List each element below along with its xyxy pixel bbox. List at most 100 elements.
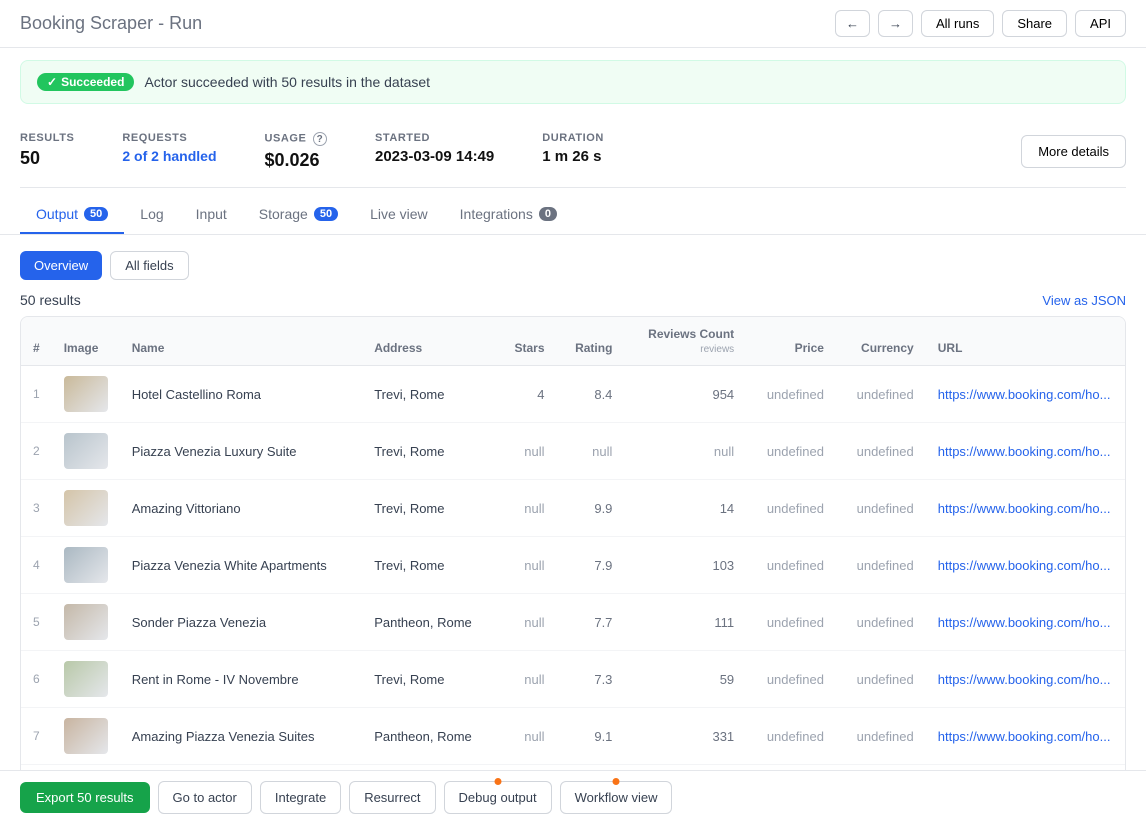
row-currency: undefined: [836, 480, 926, 537]
row-address: Pantheon, Rome: [362, 594, 497, 651]
resurrect-button[interactable]: Resurrect: [349, 781, 435, 814]
tab-live-view[interactable]: Live view: [354, 196, 444, 234]
nav-back-button[interactable]: ←: [835, 10, 870, 37]
row-num: 6: [21, 651, 52, 708]
row-name: Amazing Vittoriano: [120, 480, 363, 537]
row-name: Piazza Venezia Luxury Suite: [120, 423, 363, 480]
nav-forward-button[interactable]: →: [878, 10, 913, 37]
row-name: Hotel Castellino Roma: [120, 366, 363, 423]
row-url[interactable]: https://www.booking.com/ho...: [926, 651, 1125, 708]
results-value: 50: [20, 148, 74, 169]
row-address: Trevi, Rome: [362, 537, 497, 594]
header: Booking Scraper - Run ← → All runs Share…: [0, 0, 1146, 48]
row-num: 1: [21, 366, 52, 423]
go-to-actor-button[interactable]: Go to actor: [158, 781, 252, 814]
row-rating: 9.1: [557, 708, 625, 765]
orange-dot-indicator-2: [613, 778, 620, 785]
row-reviews: 954: [624, 366, 746, 423]
tab-integrations[interactable]: Integrations 0: [444, 196, 573, 234]
results-header: 50 results View as JSON: [0, 292, 1146, 316]
table-header-row: # Image Name Address Stars Rating Review…: [21, 317, 1125, 366]
row-address: Trevi, Rome: [362, 423, 497, 480]
row-price: undefined: [746, 594, 836, 651]
row-reviews: 14: [624, 480, 746, 537]
row-url[interactable]: https://www.booking.com/ho...: [926, 537, 1125, 594]
row-reviews: 59: [624, 651, 746, 708]
tab-input[interactable]: Input: [180, 196, 243, 234]
table-row: 1 Hotel Castellino Roma Trevi, Rome 4 8.…: [21, 366, 1125, 423]
row-rating: null: [557, 423, 625, 480]
more-details-button[interactable]: More details: [1021, 135, 1126, 168]
col-rating: Rating: [557, 317, 625, 366]
row-url[interactable]: https://www.booking.com/ho...: [926, 480, 1125, 537]
row-stars: null: [497, 423, 557, 480]
table-row: 2 Piazza Venezia Luxury Suite Trevi, Rom…: [21, 423, 1125, 480]
status-message: Actor succeeded with 50 results in the d…: [144, 74, 430, 90]
row-address: Trevi, Rome: [362, 480, 497, 537]
metric-requests: REQUESTS 2 of 2 handled: [122, 132, 216, 164]
export-button[interactable]: Export 50 results: [20, 782, 150, 813]
col-url: URL: [926, 317, 1125, 366]
row-url[interactable]: https://www.booking.com/ho...: [926, 708, 1125, 765]
view-json-link[interactable]: View as JSON: [1042, 293, 1126, 308]
col-stars: Stars: [497, 317, 557, 366]
workflow-view-button[interactable]: Workflow view: [560, 781, 673, 814]
results-count-text: 50 results: [20, 292, 81, 308]
table-row: 3 Amazing Vittoriano Trevi, Rome null 9.…: [21, 480, 1125, 537]
run-label: Run: [169, 13, 202, 33]
row-url[interactable]: https://www.booking.com/ho...: [926, 594, 1125, 651]
results-table-container: # Image Name Address Stars Rating Review…: [20, 316, 1126, 823]
row-image: [52, 423, 120, 480]
view-controls: Overview All fields: [0, 251, 1146, 292]
row-currency: undefined: [836, 537, 926, 594]
row-currency: undefined: [836, 708, 926, 765]
row-num: 2: [21, 423, 52, 480]
integrate-button[interactable]: Integrate: [260, 781, 341, 814]
tab-storage[interactable]: Storage 50: [243, 196, 354, 234]
col-price: Price: [746, 317, 836, 366]
table-row: 4 Piazza Venezia White Apartments Trevi,…: [21, 537, 1125, 594]
row-image: [52, 537, 120, 594]
col-address: Address: [362, 317, 497, 366]
row-stars: null: [497, 594, 557, 651]
metric-usage: USAGE ? $0.026: [265, 132, 327, 171]
tab-output[interactable]: Output 50: [20, 196, 124, 234]
all-runs-button[interactable]: All runs: [921, 10, 994, 37]
metric-results: RESULTS 50: [20, 132, 74, 169]
api-button[interactable]: API: [1075, 10, 1126, 37]
row-price: undefined: [746, 537, 836, 594]
metric-started: STARTED 2023-03-09 14:49: [375, 132, 494, 165]
row-url[interactable]: https://www.booking.com/ho...: [926, 423, 1125, 480]
row-name: Rent in Rome - IV Novembre: [120, 651, 363, 708]
row-name: Sonder Piazza Venezia: [120, 594, 363, 651]
status-bar: ✓ Succeeded Actor succeeded with 50 resu…: [20, 60, 1126, 104]
usage-help-icon[interactable]: ?: [313, 132, 327, 146]
row-price: undefined: [746, 651, 836, 708]
row-reviews: null: [624, 423, 746, 480]
overview-button[interactable]: Overview: [20, 251, 102, 280]
tab-log[interactable]: Log: [124, 196, 179, 234]
results-label: RESULTS: [20, 132, 74, 144]
metric-duration: DURATION 1 m 26 s: [542, 132, 604, 165]
page-title: Booking Scraper - Run: [20, 13, 835, 34]
table-body: 1 Hotel Castellino Roma Trevi, Rome 4 8.…: [21, 366, 1125, 822]
metrics-row: RESULTS 50 REQUESTS 2 of 2 handled USAGE…: [20, 116, 1126, 188]
row-image: [52, 480, 120, 537]
row-stars: 4: [497, 366, 557, 423]
row-currency: undefined: [836, 366, 926, 423]
row-num: 5: [21, 594, 52, 651]
usage-value: $0.026: [265, 150, 327, 171]
row-price: undefined: [746, 366, 836, 423]
row-price: undefined: [746, 708, 836, 765]
row-currency: undefined: [836, 423, 926, 480]
check-icon: ✓: [47, 75, 57, 89]
row-price: undefined: [746, 423, 836, 480]
debug-output-button[interactable]: Debug output: [444, 781, 552, 814]
row-rating: 8.4: [557, 366, 625, 423]
all-fields-button[interactable]: All fields: [110, 251, 188, 280]
row-name: Piazza Venezia White Apartments: [120, 537, 363, 594]
share-button[interactable]: Share: [1002, 10, 1067, 37]
header-actions: ← → All runs Share API: [835, 10, 1126, 37]
row-url[interactable]: https://www.booking.com/ho...: [926, 366, 1125, 423]
row-reviews: 111: [624, 594, 746, 651]
